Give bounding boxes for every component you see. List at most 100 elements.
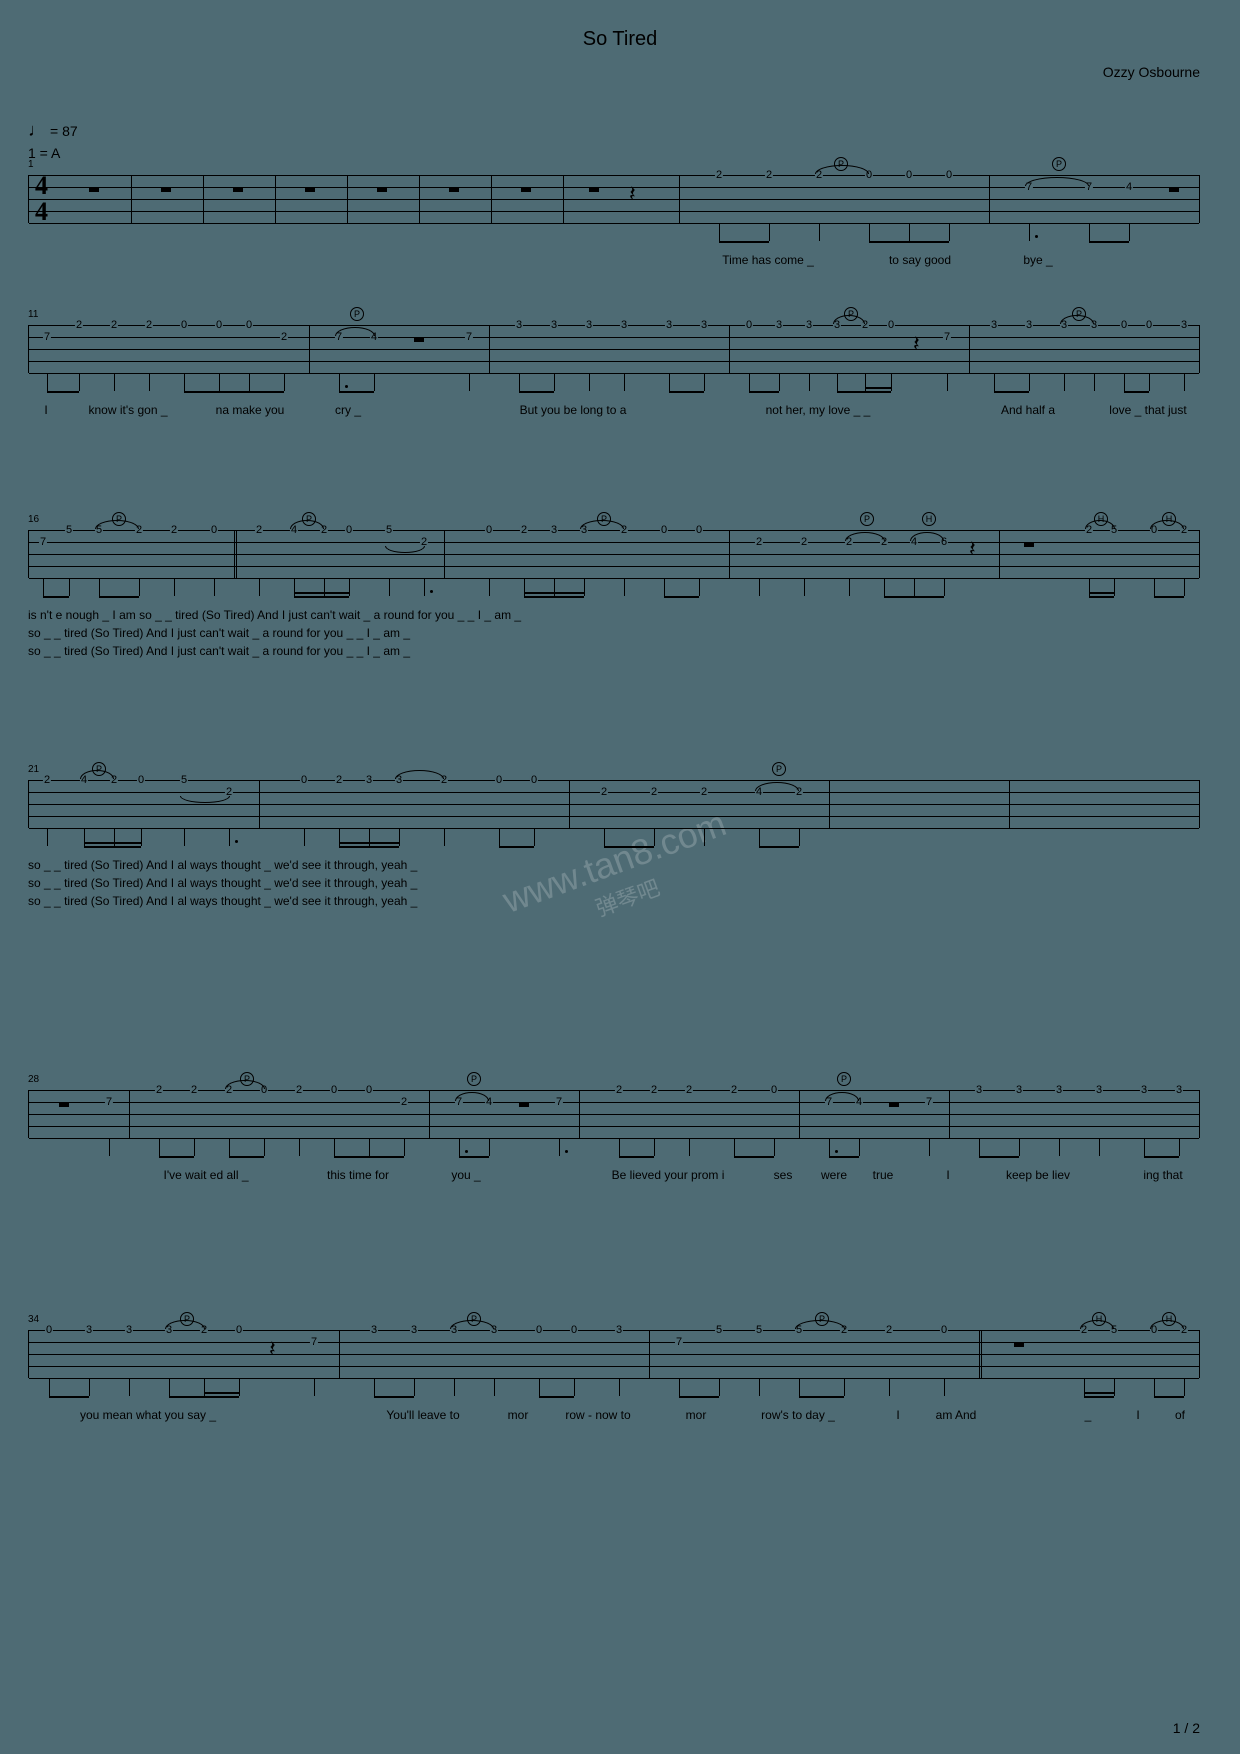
fret: 3 [620, 320, 628, 330]
fret: 4 [1125, 182, 1133, 192]
fret: 3 [365, 775, 373, 785]
fret: 0 [235, 1325, 243, 1335]
tab-system-6: 34 0 3 3 3 2 0 7 P 3 3 3 3 0 0 3 P [28, 1330, 1200, 1424]
whole-rest [161, 187, 171, 192]
half-rest [889, 1102, 899, 1107]
bar-number: 1 [28, 159, 34, 170]
fret: 3 [805, 320, 813, 330]
fret: 7 [555, 1097, 563, 1107]
hammer-on-icon: H [922, 512, 936, 526]
fret: 0 [45, 1325, 53, 1335]
fret: 0 [695, 525, 703, 535]
fret: 2 [145, 320, 153, 330]
fret: 2 [600, 787, 608, 797]
tab-staff: 7 2 2 2 0 2 0 0 2 P 7 4 7 P 2 2 2 2 0 [28, 1090, 1200, 1138]
pull-off-icon: P [772, 762, 786, 776]
fret: 3 [700, 320, 708, 330]
fret: 0 [1145, 320, 1153, 330]
fret: 0 [495, 775, 503, 785]
pull-off-icon: P [467, 1072, 481, 1086]
fret: 2 [295, 1085, 303, 1095]
fret: 2 [190, 1085, 198, 1095]
pull-off-icon: P [860, 512, 874, 526]
fret: 2 [650, 787, 658, 797]
lyrics-row: Time has come _ to say good bye _ [28, 253, 1200, 269]
fret: 2 [715, 170, 723, 180]
quarter-rest [969, 536, 976, 562]
tab-staff: 44 2 2 2 0 0 0 P 7 [28, 175, 1200, 223]
whole-rest [449, 187, 459, 192]
fret: 7 [943, 332, 951, 342]
fret: 0 [1120, 320, 1128, 330]
time-signature: 44 [35, 173, 48, 225]
whole-rest [521, 187, 531, 192]
fret: 2 [650, 1085, 658, 1095]
fret: 2 [155, 1085, 163, 1095]
fret: 3 [550, 320, 558, 330]
tab-system-4: 21 2 4 2 0 5 2 P 0 2 3 3 2 0 0 [28, 780, 1200, 912]
fret: 5 [180, 775, 188, 785]
whole-rest [305, 187, 315, 192]
tab-system-1: 1 44 2 2 2 0 0 0 P [28, 175, 1200, 269]
fret: 2 [700, 787, 708, 797]
pull-off-icon: P [350, 307, 364, 321]
fret: 2 [615, 1085, 623, 1095]
fret: 3 [990, 320, 998, 330]
fret: 3 [370, 1325, 378, 1335]
tab-system-5: 28 7 2 2 2 0 2 0 0 2 P 7 4 7 P [28, 1090, 1200, 1184]
half-rest [1024, 542, 1034, 547]
half-rest [414, 337, 424, 342]
fret: 5 [385, 525, 393, 535]
fret: 3 [615, 1325, 623, 1335]
fret: 2 [885, 1325, 893, 1335]
half-rest [1169, 187, 1179, 192]
tab-system-2: 11 7 2 2 2 0 0 0 2 7 4 7 P 3 3 3 3 3 [28, 325, 1200, 419]
fret: 3 [550, 525, 558, 535]
fret: 2 [280, 332, 288, 342]
fret: 2 [765, 170, 773, 180]
pull-off-icon: P [1052, 157, 1066, 171]
fret: 3 [1180, 320, 1188, 330]
fret: 2 [685, 1085, 693, 1095]
tab-staff: 0 3 3 3 2 0 7 P 3 3 3 3 0 0 3 P 7 5 5 5 [28, 1330, 1200, 1378]
fret: 0 [300, 775, 308, 785]
fret: 2 [43, 775, 51, 785]
fret: 0 [180, 320, 188, 330]
fret: 0 [945, 170, 953, 180]
fret: 0 [887, 320, 895, 330]
fret: 2 [110, 320, 118, 330]
fret: 5 [715, 1325, 723, 1335]
whole-rest [377, 187, 387, 192]
tab-staff: 7 2 2 2 0 0 0 2 7 4 7 P 3 3 3 3 3 3 0 3 [28, 325, 1200, 373]
lyrics-block: so _ _ tired (So Tired) And I al ways th… [28, 858, 1200, 912]
fret: 2 [75, 320, 83, 330]
lyrics-row: I've wait ed all _ this time for you _ B… [28, 1168, 1200, 1184]
quarter-rest [913, 331, 920, 357]
bar-number: 11 [28, 309, 38, 320]
fret: 3 [1095, 1085, 1103, 1095]
bar-number: 21 [28, 764, 39, 775]
fret: 5 [65, 525, 73, 535]
half-rest [589, 187, 599, 192]
fret: 0 [330, 1085, 338, 1095]
half-rest [59, 1102, 69, 1107]
tab-staff: 7 5 5 2 2 0 P 2 4 2 0 5 2 P 0 2 3 3 2 0 … [28, 530, 1200, 578]
fret: 7 [925, 1097, 933, 1107]
fret: 0 [905, 170, 913, 180]
fret: 2 [800, 537, 808, 547]
quarter-rest [269, 1336, 276, 1362]
fret: 3 [1140, 1085, 1148, 1095]
fret: 2 [730, 1085, 738, 1095]
fret: 3 [410, 1325, 418, 1335]
fret: 0 [660, 525, 668, 535]
whole-rest [89, 187, 99, 192]
fret: 7 [105, 1097, 113, 1107]
lyrics-row: I know it's gon _ na make you cry _ But … [28, 403, 1200, 419]
fret: 2 [755, 537, 763, 547]
fret: 7 [310, 1337, 318, 1347]
half-rest [1014, 1342, 1024, 1347]
tab-staff: 2 4 2 0 5 2 P 0 2 3 3 2 0 0 2 2 2 4 2 P [28, 780, 1200, 828]
bar-number: 28 [28, 1074, 39, 1085]
bar-number: 34 [28, 1314, 39, 1325]
half-rest [519, 1102, 529, 1107]
